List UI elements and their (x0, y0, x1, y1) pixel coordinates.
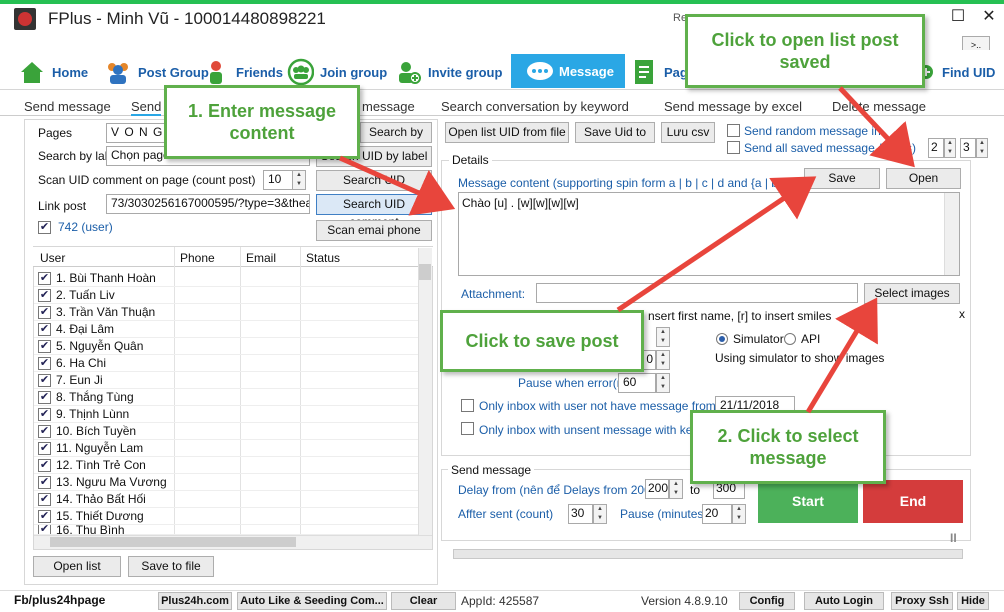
hide-button[interactable]: Hide (957, 592, 989, 610)
proxy-ssh-button[interactable]: Proxy Ssh (891, 592, 953, 610)
arrow-select-images (805, 297, 878, 414)
arrow-save-post (616, 176, 817, 313)
fb-page-link[interactable]: Fb/plus24hpage (14, 593, 105, 607)
arrow-enter-message (338, 155, 456, 216)
annotation-arrows (338, 86, 915, 414)
auto-login-button[interactable]: Auto Login (804, 592, 884, 610)
arrow-open-post (838, 86, 915, 168)
appid-text: AppId: 425587 (461, 594, 540, 608)
config-button[interactable]: Config (739, 592, 795, 610)
version-text: Version 4.8.9.10 (641, 594, 728, 608)
auto-like-button[interactable]: Auto Like & Seeding Com... (237, 592, 387, 610)
clear-cache-button[interactable]: Clear Cache (391, 592, 456, 612)
plus24h-button[interactable]: Plus24h.com (158, 592, 232, 610)
